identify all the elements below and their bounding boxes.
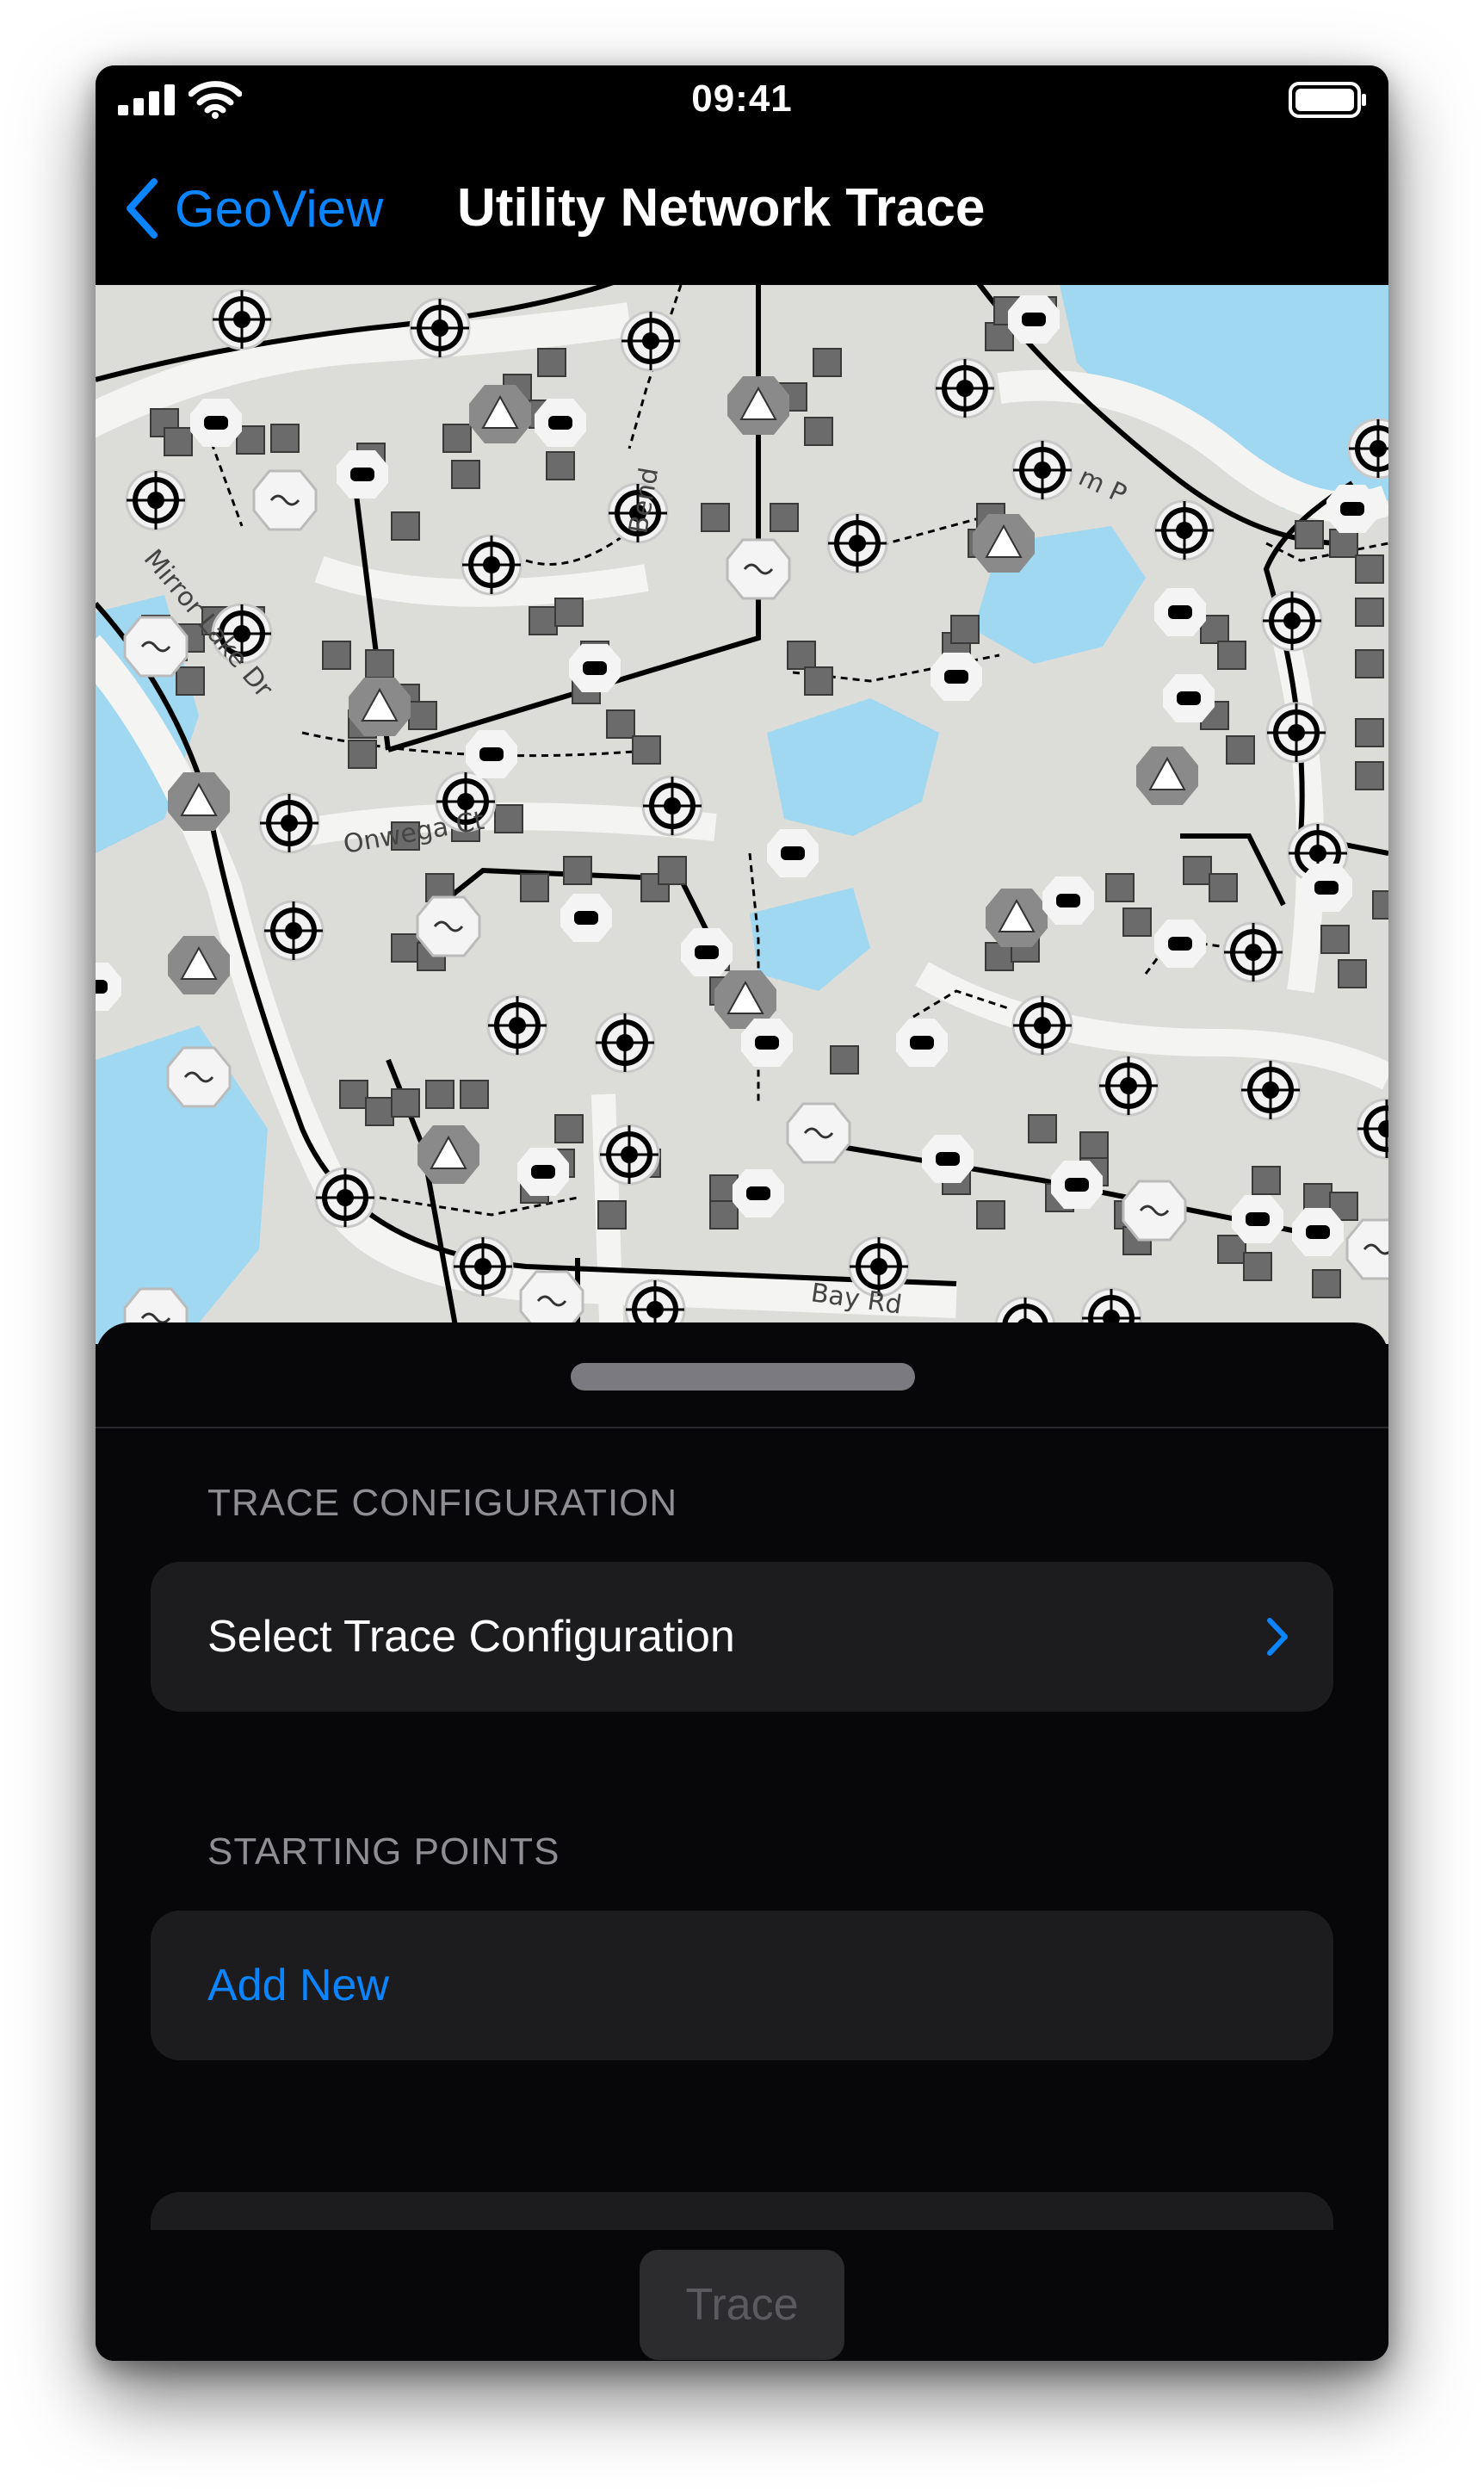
back-button[interactable]: GeoView [125,174,383,243]
trace-sheet: TRACE CONFIGURATION Select Trace Configu… [96,1322,1388,2361]
page-title: Utility Network Trace [457,178,986,238]
device-screen: 09:41 GeoView Utility Network Trace Mirr… [96,65,1388,2361]
sheet-grabber[interactable] [571,1363,915,1391]
add-new-starting-point-cell[interactable]: Add New [151,1911,1333,2060]
status-time: 09:41 [691,77,793,120]
map-view[interactable]: Mirror Lake Dr Bend Onwega Ct Bay Rd m P [96,285,1388,1344]
battery-icon [1289,82,1366,118]
back-button-label: GeoView [175,179,384,238]
advanced-options-cell[interactable] [151,2192,1333,2230]
status-bar: 09:41 [96,65,1388,134]
trace-configuration-header: TRACE CONFIGURATION [207,1482,678,1524]
select-trace-configuration-label: Select Trace Configuration [207,1612,735,1662]
sheet-separator [96,1427,1388,1428]
starting-points-header: STARTING POINTS [207,1830,560,1873]
trace-button[interactable]: Trace [640,2250,844,2360]
map-canvas: Mirror Lake Dr Bend Onwega Ct Bay Rd m P [96,285,1388,1344]
chevron-left-icon [127,178,158,238]
chevron-right-icon [1267,1618,1288,1656]
add-new-label: Add New [207,1960,389,2010]
select-trace-configuration-cell[interactable]: Select Trace Configuration [151,1562,1333,1712]
street-label: m P [1074,462,1131,511]
